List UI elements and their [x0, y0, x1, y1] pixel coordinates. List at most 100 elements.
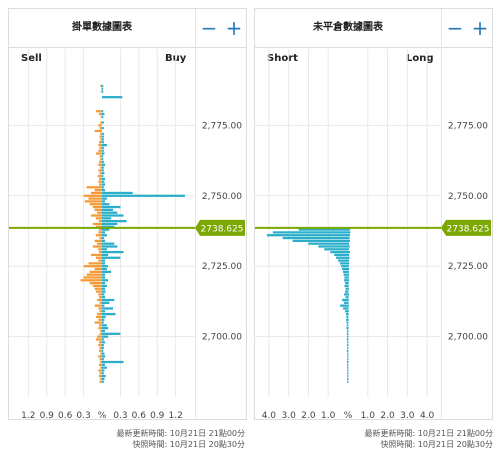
bar-buy — [102, 276, 106, 279]
bar-sell — [100, 166, 102, 169]
bar-sell — [100, 84, 102, 88]
bar-sell — [83, 265, 102, 268]
x-tick-label: 4.0 — [262, 411, 277, 419]
bar-buy — [102, 203, 110, 206]
bar-buy — [102, 321, 104, 324]
bar-long — [348, 290, 349, 293]
bar-sell — [98, 343, 102, 347]
bar-sell — [100, 366, 102, 369]
bar-sell — [98, 141, 102, 144]
bar-buy — [102, 301, 110, 304]
bar-sell — [99, 380, 102, 383]
bar-buy — [102, 146, 104, 150]
bar-buy — [102, 112, 105, 116]
bar-buy — [102, 279, 109, 282]
bar-buy — [102, 90, 104, 93]
bar-short — [346, 315, 348, 319]
bar-buy — [102, 372, 104, 375]
bar-buy — [102, 87, 104, 90]
bar-buy — [102, 270, 112, 273]
bar-short — [347, 372, 348, 375]
bar-sell — [98, 180, 102, 183]
bar-short — [341, 265, 348, 268]
bar-buy — [102, 231, 106, 234]
bar-sell — [90, 253, 102, 257]
bar-sell — [92, 222, 102, 226]
bar-sell — [92, 284, 102, 288]
bar-buy — [102, 310, 106, 313]
bar-buy — [102, 287, 106, 290]
bar-sell — [100, 360, 102, 364]
bar-buy — [102, 265, 109, 268]
bar-sell — [99, 146, 102, 150]
bar-buy — [102, 380, 104, 383]
bar-long — [348, 287, 349, 290]
y-tick-label: 2,700.00 — [202, 333, 242, 343]
x-tick-label: 2.0 — [301, 411, 316, 419]
bar-short — [345, 287, 348, 290]
bar-short — [345, 290, 348, 293]
bar-long — [348, 296, 349, 299]
bar-buy — [102, 143, 107, 147]
bar-sell — [98, 160, 102, 164]
bar-sell — [99, 332, 102, 335]
bar-sell — [98, 341, 102, 344]
positions-chart: 4.0 3.0 2.0 1.0% 1.0 2.0 3.0 4.0 2,775.00 2,750.0… — [255, 49, 491, 419]
bar-sell — [98, 112, 102, 116]
bar-buy — [102, 174, 104, 178]
bar-short — [336, 256, 348, 259]
bar-short — [344, 293, 348, 296]
current-price-label: 2738.625 — [447, 224, 490, 234]
bar-sell — [94, 189, 102, 192]
bar-buy — [102, 234, 107, 237]
bar-sell — [98, 355, 102, 358]
bar-long — [348, 236, 350, 240]
bar-short — [338, 259, 348, 262]
bar-buy — [102, 205, 121, 209]
bar-buy — [102, 84, 104, 88]
bar-buy — [102, 248, 107, 251]
bar-buy — [102, 315, 106, 319]
x-tick-label: % — [98, 411, 107, 419]
bar-buy — [102, 191, 133, 195]
bar-buy — [102, 132, 104, 135]
bar-buy — [102, 341, 106, 344]
bar-sell — [88, 197, 102, 200]
bar-long — [348, 318, 349, 321]
bar-buy — [102, 138, 104, 141]
bar-short — [347, 360, 348, 364]
bar-buy — [102, 242, 115, 245]
bar-buy — [102, 251, 124, 254]
bar-long — [348, 267, 349, 271]
bar-long — [348, 281, 349, 285]
bar-short — [324, 248, 348, 251]
bar-buy — [102, 290, 106, 293]
bar-buy — [102, 160, 104, 164]
bar-buy — [102, 158, 104, 161]
bar-sell — [86, 186, 102, 189]
bar-sell — [98, 363, 102, 366]
bar-buy — [102, 197, 107, 200]
bar-short — [347, 369, 348, 372]
bar-short — [346, 327, 348, 330]
bar-buy — [102, 152, 105, 155]
bar-buy — [102, 259, 106, 262]
bar-sell — [100, 138, 102, 141]
bar-short — [346, 349, 348, 352]
x-tick-label: 0.9 — [150, 411, 165, 419]
x-tick-label: 2.0 — [380, 411, 395, 419]
bar-sell — [95, 234, 102, 237]
bar-buy — [102, 214, 124, 217]
bar-long — [348, 234, 350, 237]
bar-buy — [102, 180, 105, 183]
bar-sell — [98, 293, 102, 296]
bar-sell — [99, 346, 102, 350]
bar-sell — [97, 335, 102, 338]
x-tick-label: 0.6 — [58, 411, 73, 419]
bar-sell — [99, 172, 102, 175]
bar-sell — [95, 256, 102, 259]
bar-sell — [94, 239, 102, 242]
bar-short — [347, 380, 348, 383]
bar-sell — [101, 87, 102, 90]
bar-buy — [102, 135, 104, 138]
